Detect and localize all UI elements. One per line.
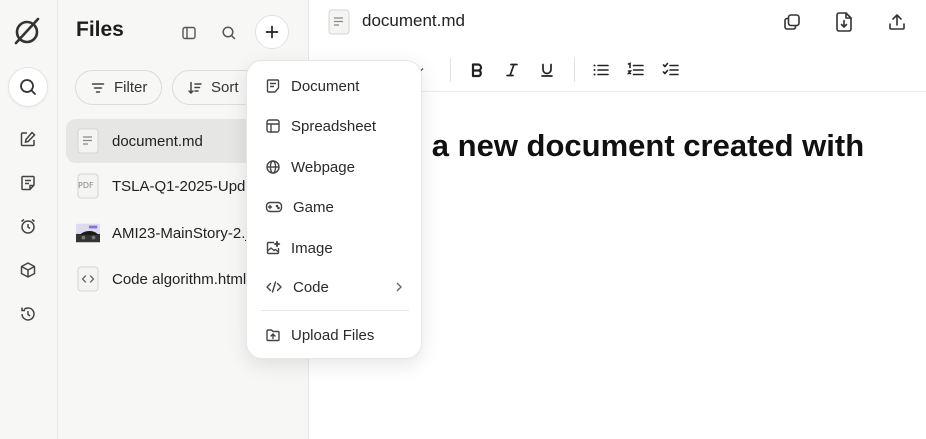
menu-item-label: Spreadsheet (291, 117, 377, 135)
files-title: Files (76, 18, 124, 41)
menu-item-game[interactable]: Game (257, 191, 413, 223)
globe-icon (266, 160, 280, 174)
italic-icon (506, 63, 518, 77)
menu-item-label: Image (291, 239, 333, 257)
gamepad-icon (265, 201, 283, 213)
numbered-list-button[interactable] (624, 58, 648, 82)
checklist-button[interactable] (659, 58, 683, 82)
rail-edit-button[interactable] (8, 119, 48, 159)
rail-search-button[interactable] (8, 67, 48, 107)
pdf-badge: PDF (78, 181, 94, 190)
menu-divider (261, 310, 409, 311)
download-button[interactable] (832, 9, 856, 35)
files-search-button[interactable] (218, 22, 240, 44)
sort-label: Sort (211, 79, 239, 96)
edit-icon (20, 131, 36, 147)
upload-icon (889, 14, 905, 30)
chevron-right-icon (396, 282, 402, 292)
menu-item-webpage[interactable]: Webpage (257, 151, 413, 183)
document-icon (266, 79, 280, 93)
history-icon (21, 307, 35, 321)
checklist-icon (662, 62, 679, 76)
filter-button[interactable]: Filter (75, 70, 162, 105)
rail-cube-button[interactable] (8, 250, 48, 290)
document-title: document.md (362, 11, 465, 30)
copy-icon (784, 14, 800, 30)
app-logo-icon[interactable] (10, 14, 44, 48)
new-file-menu: Document Spreadsheet Webpage Game Image … (246, 60, 422, 359)
sidebar-icon (182, 26, 196, 40)
menu-item-document[interactable]: Document (257, 70, 413, 102)
share-button[interactable] (885, 10, 909, 34)
file-name: document.md (112, 132, 203, 150)
sort-icon (188, 81, 202, 94)
underline-button[interactable] (535, 58, 559, 82)
filter-label: Filter (114, 79, 148, 96)
cube-icon (20, 262, 36, 278)
spreadsheet-icon (266, 119, 280, 133)
menu-item-label: Upload Files (291, 326, 375, 344)
download-file-icon (836, 12, 852, 32)
app-rail (0, 0, 58, 439)
new-file-button[interactable] (255, 15, 289, 49)
menu-item-code[interactable]: Code (257, 271, 413, 303)
image-sparkle-icon (266, 240, 281, 255)
alarm-clock-icon (21, 218, 35, 234)
copy-button[interactable] (780, 10, 804, 34)
rail-history-button[interactable] (8, 294, 48, 334)
pdf-file-icon: PDF (76, 173, 100, 199)
search-icon (222, 26, 236, 40)
italic-button[interactable] (500, 58, 524, 82)
menu-item-label: Webpage (291, 158, 355, 176)
bold-button[interactable] (465, 58, 489, 82)
rail-alarm-button[interactable] (8, 206, 48, 246)
menu-item-upload-files[interactable]: Upload Files (257, 319, 413, 351)
plus-icon (265, 25, 279, 39)
bullet-list-button[interactable] (589, 58, 613, 82)
bullet-list-icon (593, 64, 609, 76)
code-icon (266, 281, 282, 293)
note-icon (21, 175, 35, 191)
doc-file-icon (327, 8, 351, 36)
numbered-list-icon (627, 62, 644, 76)
doc-file-icon (76, 128, 100, 154)
file-name: AMI23-MainStory-2.jpg (112, 224, 266, 242)
search-icon (20, 79, 36, 95)
bold-icon (471, 63, 483, 78)
toggle-sidebar-button[interactable] (178, 22, 200, 44)
editor-topbar: document.md (309, 0, 926, 44)
file-name: Code algorithm.html (112, 270, 247, 288)
menu-item-label: Code (293, 278, 329, 296)
menu-item-label: Document (291, 77, 360, 95)
menu-item-spreadsheet[interactable]: Spreadsheet (257, 110, 413, 142)
toolbar-divider (574, 58, 575, 82)
toolbar-divider (450, 58, 451, 82)
menu-item-image[interactable]: Image (257, 232, 413, 264)
upload-folder-icon (266, 329, 280, 342)
image-thumbnail (76, 220, 100, 246)
menu-item-label: Game (293, 198, 334, 216)
underline-icon (541, 63, 553, 77)
rail-notes-button[interactable] (8, 163, 48, 203)
filter-icon (91, 82, 105, 93)
code-file-icon (76, 266, 100, 292)
